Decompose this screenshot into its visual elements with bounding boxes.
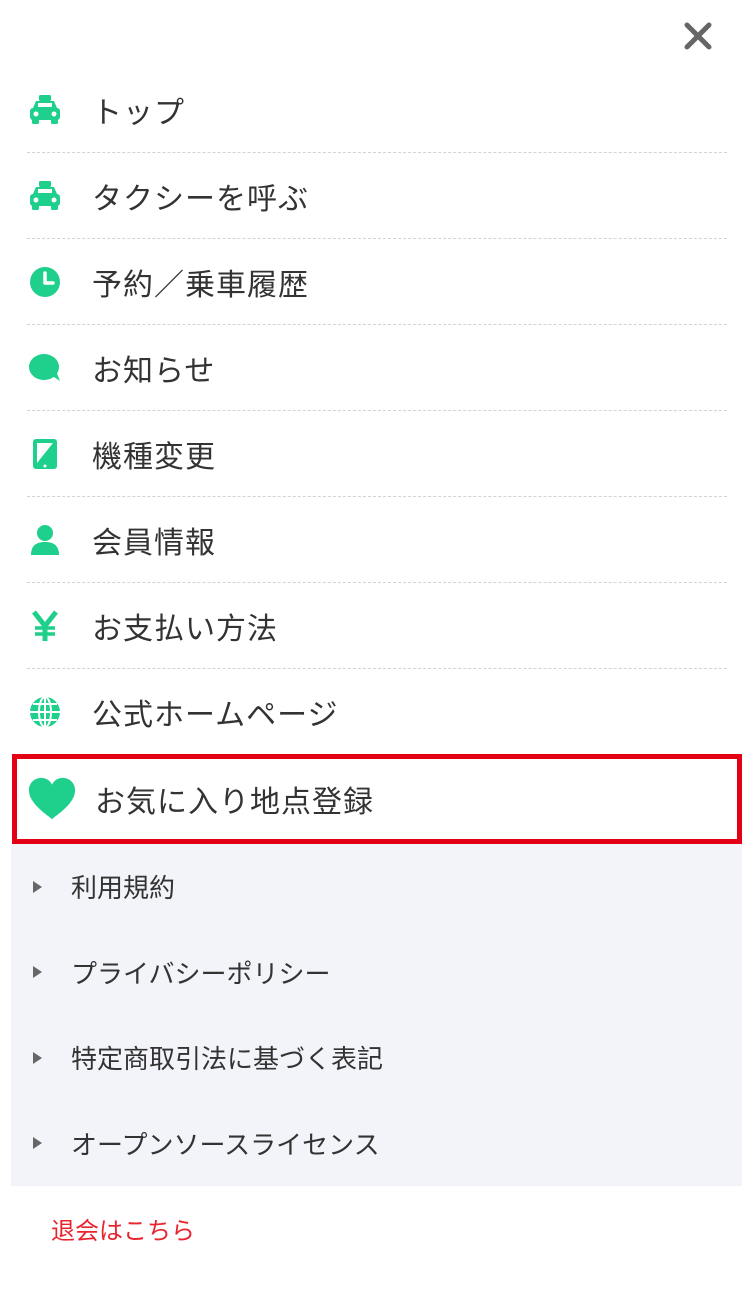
tablet-icon [27, 434, 77, 474]
menu-item-label: 会員情報 [92, 525, 216, 561]
menu-item-favorite-spot[interactable]: お気に入り地点登録 [12, 754, 742, 844]
link-open-source-license[interactable]: オープンソースライセンス [11, 1101, 742, 1187]
menu-item-history[interactable]: 予約／乗車履歴 [27, 239, 727, 325]
menu-item-label: 機種変更 [92, 439, 216, 475]
link-label: プライバシーポリシー [71, 959, 331, 990]
taxi-icon [27, 90, 77, 130]
menu-item-call-taxi[interactable]: タクシーを呼ぶ [27, 153, 727, 239]
menu-item-label: トップ [92, 95, 185, 131]
link-privacy-policy[interactable]: プライバシーポリシー [11, 930, 742, 1016]
menu-item-label: タクシーを呼ぶ [92, 181, 309, 217]
link-commercial-law[interactable]: 特定商取引法に基づく表記 [11, 1015, 742, 1101]
taxi-icon [27, 176, 77, 216]
globe-icon [27, 692, 77, 732]
menu-item-official-site[interactable]: 公式ホームページ [27, 669, 727, 754]
link-label: 利用規約 [71, 874, 176, 905]
triangle-right-icon [33, 1051, 42, 1064]
withdraw-link[interactable]: 退会はこちら [51, 1211, 195, 1246]
menu-item-label: 公式ホームページ [92, 697, 339, 733]
heart-icon [27, 777, 77, 820]
clock-icon [27, 262, 77, 302]
speech-bubble-icon [27, 348, 77, 388]
triangle-right-icon [33, 1137, 42, 1150]
menu-item-news[interactable]: お知らせ [27, 325, 727, 411]
close-button[interactable] [672, 14, 724, 58]
menu-item-top[interactable]: トップ [27, 67, 727, 153]
triangle-right-icon [33, 966, 42, 979]
user-icon [27, 520, 77, 560]
menu-item-payment[interactable]: お支払い方法 [27, 583, 727, 669]
main-menu: トップ タクシーを呼ぶ 予約／乗車履歴 お知らせ 機種変更 会員情報 お支払い方… [27, 67, 727, 754]
menu-item-member-info[interactable]: 会員情報 [27, 497, 727, 583]
link-terms[interactable]: 利用規約 [11, 844, 742, 930]
link-label: 特定商取引法に基づく表記 [71, 1045, 384, 1076]
menu-item-device-change[interactable]: 機種変更 [27, 411, 727, 497]
menu-item-label: お気に入り地点登録 [95, 785, 374, 820]
link-label: オープンソースライセンス [71, 1130, 380, 1161]
menu-item-label: お知らせ [92, 353, 216, 389]
menu-item-label: 予約／乗車履歴 [92, 267, 309, 303]
menu-item-label: お支払い方法 [92, 611, 278, 647]
yen-icon [27, 606, 77, 646]
close-icon [684, 22, 712, 50]
sub-links: 利用規約 プライバシーポリシー 特定商取引法に基づく表記 オープンソースライセン… [11, 844, 742, 1186]
triangle-right-icon [33, 880, 42, 893]
